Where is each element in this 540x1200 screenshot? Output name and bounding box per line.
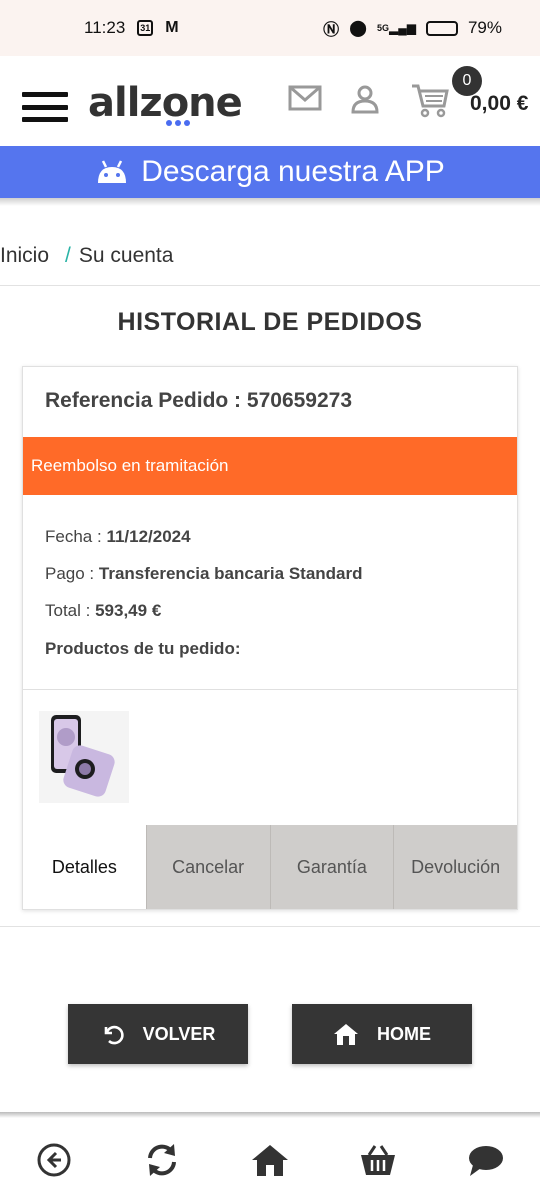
signal-icon: 5G ▂▄▆ xyxy=(376,21,416,35)
order-total: Total : 593,49 € xyxy=(45,601,161,621)
nav-back-icon[interactable] xyxy=(34,1140,74,1180)
network-type: 5G xyxy=(376,23,389,33)
clock: 11:23 xyxy=(84,18,126,37)
status-bar: 11:23 31 M Ⓝ ⬤ 5G ▂▄▆ 79% xyxy=(0,0,540,56)
order-date-label: Fecha : xyxy=(45,527,102,546)
battery-icon xyxy=(425,20,458,36)
location-icon: ⬤ xyxy=(349,20,367,37)
calendar-icon: 31 xyxy=(137,20,154,36)
tab-detalles[interactable]: Detalles xyxy=(23,825,146,909)
undo-icon xyxy=(104,1025,124,1045)
order-reference-label: Referencia Pedido : xyxy=(45,389,242,412)
divider xyxy=(0,285,540,286)
breadcrumb: Inicio / Su cuenta xyxy=(0,244,173,268)
order-reference: Referencia Pedido : 570659273 xyxy=(45,389,352,413)
order-payment-value: Transferencia bancaria Standard xyxy=(98,564,363,583)
nav-basket-icon[interactable] xyxy=(358,1140,398,1180)
divider xyxy=(0,926,540,927)
page-title: HISTORIAL DE PEDIDOS xyxy=(117,308,423,336)
order-date: Fecha : 11/12/2024 xyxy=(45,527,191,547)
order-reference-value: 570659273 xyxy=(246,389,353,412)
card-divider xyxy=(23,689,517,690)
bottom-nav xyxy=(0,1118,540,1200)
logo[interactable]: allzone xyxy=(88,80,243,126)
order-total-label: Total : xyxy=(45,601,91,620)
order-status-badge: Reembolso en tramitación xyxy=(23,437,517,495)
cart-total[interactable]: 0,00 € xyxy=(470,92,528,116)
order-date-value: 11/12/2024 xyxy=(106,527,191,546)
cart-icon[interactable] xyxy=(410,82,450,118)
order-status-text: Reembolso en tramitación xyxy=(31,456,229,475)
order-products-label: Productos de tu pedido: xyxy=(45,639,241,658)
breadcrumb-home[interactable]: Inicio xyxy=(0,244,49,268)
logo-dots xyxy=(166,120,190,126)
home-button[interactable]: HOME xyxy=(292,1004,472,1064)
order-total-value: 593,49 € xyxy=(95,601,162,620)
breadcrumb-separator: / xyxy=(65,244,71,267)
mail-icon[interactable] xyxy=(288,84,322,112)
home-icon xyxy=(334,1024,358,1045)
tab-devolucion[interactable]: Devolución xyxy=(393,825,517,909)
battery-percent: 79% xyxy=(467,18,502,37)
banner-text: Descarga nuestra APP xyxy=(141,155,445,188)
back-button[interactable]: VOLVER xyxy=(68,1004,248,1064)
user-icon[interactable] xyxy=(350,84,380,114)
product-image[interactable] xyxy=(39,711,129,803)
download-app-banner[interactable]: Descarga nuestra APP xyxy=(0,146,540,198)
breadcrumb-current[interactable]: Su cuenta xyxy=(79,244,174,268)
android-icon xyxy=(98,160,127,183)
nav-home-icon[interactable] xyxy=(250,1140,290,1180)
home-button-label: HOME xyxy=(377,1023,431,1044)
order-card: Referencia Pedido : 570659273 Reembolso … xyxy=(22,366,518,910)
order-payment-label: Pago : xyxy=(45,564,95,583)
nav-refresh-icon[interactable] xyxy=(142,1140,182,1180)
banner-shadow xyxy=(0,198,540,206)
nfc-icon: Ⓝ xyxy=(323,22,340,39)
tab-cancelar[interactable]: Cancelar xyxy=(145,825,270,909)
gmail-icon: M xyxy=(165,19,179,36)
nav-chat-icon[interactable] xyxy=(466,1140,506,1180)
order-actions-tabs: Detalles Cancelar Garantía Devolución xyxy=(23,825,517,909)
order-payment: Pago : Transferencia bancaria Standard xyxy=(45,564,363,584)
tab-garantia[interactable]: Garantía xyxy=(269,825,394,909)
back-button-label: VOLVER xyxy=(142,1023,216,1044)
site-header: allzone 0 0,00 € xyxy=(0,56,540,146)
menu-icon[interactable] xyxy=(22,92,68,122)
